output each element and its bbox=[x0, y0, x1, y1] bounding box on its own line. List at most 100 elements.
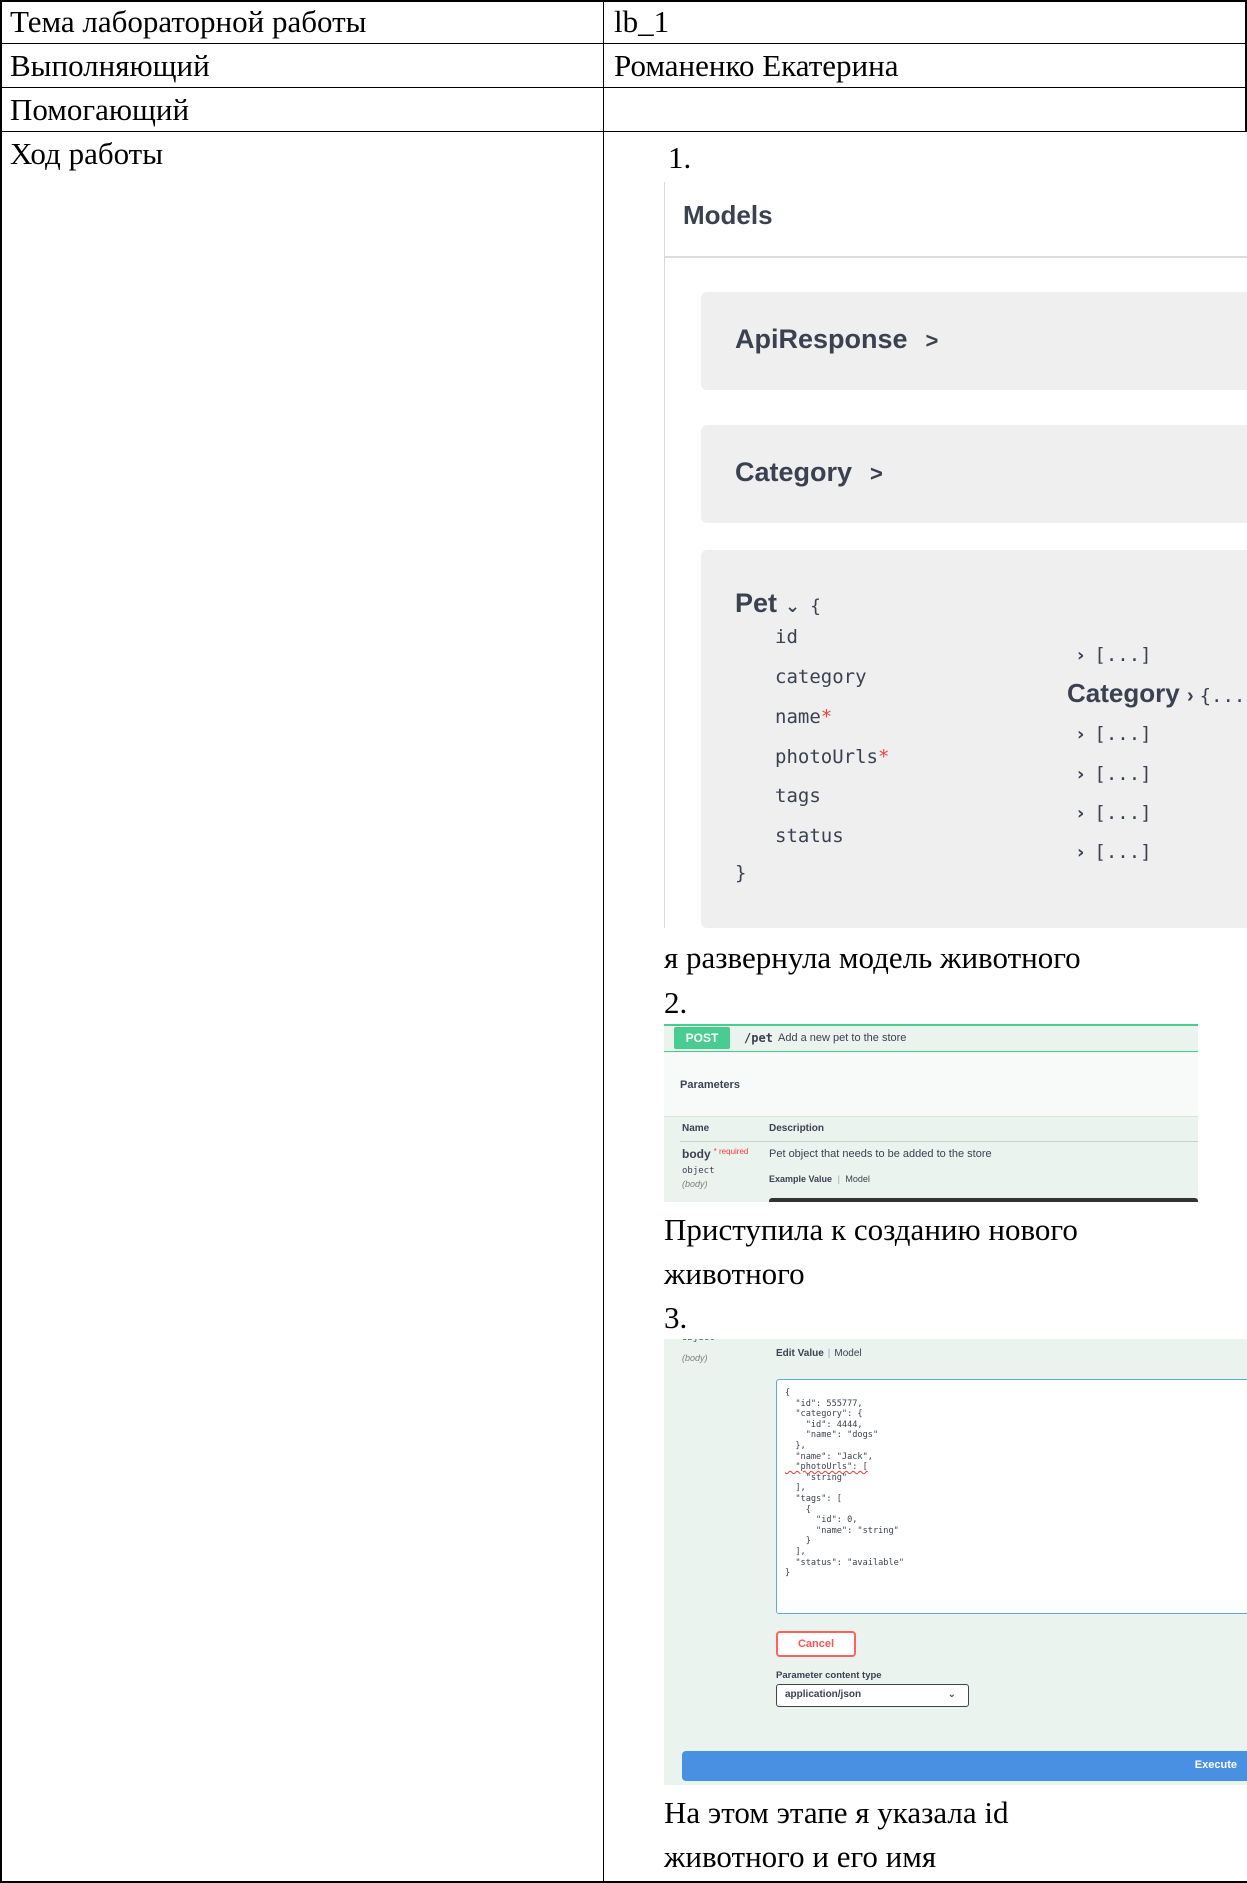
parameters-title: Parameters bbox=[680, 1079, 740, 1091]
chevron-right-icon: › bbox=[1077, 724, 1085, 745]
prop-name: category bbox=[775, 666, 867, 688]
model-category[interactable]: Category > bbox=[701, 425, 1247, 523]
code-line: "id": 0, bbox=[785, 1515, 858, 1526]
prop-tags: tags bbox=[775, 785, 821, 807]
prop-name: id bbox=[775, 626, 798, 648]
tab-model[interactable]: Model bbox=[845, 1174, 870, 1184]
value-text: [...] bbox=[1094, 763, 1152, 785]
required-mark: * bbox=[877, 746, 890, 768]
pet-model-name: Pet bbox=[735, 588, 778, 618]
row-value-performer: Романенко Екатерина bbox=[614, 48, 899, 83]
model-apiresponse-label: ApiResponse > bbox=[735, 324, 938, 355]
step-number-1: 1. bbox=[668, 140, 692, 175]
endpoint-summary: Add a new pet to the store bbox=[778, 1032, 907, 1044]
code-line: "name": "Jack", bbox=[785, 1451, 873, 1462]
code-line: "id": 4444, bbox=[785, 1419, 863, 1430]
models-screenshot: Models ApiResponse > Category > Pet ⌄ { id c… bbox=[664, 182, 1247, 928]
endpoint-path: /pet bbox=[744, 1031, 773, 1045]
prop-status-value[interactable]: › [...] bbox=[1077, 841, 1152, 863]
row-label-performer: Выполняющий bbox=[10, 48, 210, 83]
table-border-left bbox=[0, 0, 2, 1883]
execute-label: Execute bbox=[1194, 1759, 1237, 1771]
table-row-divider bbox=[0, 87, 1247, 88]
chevron-right-icon: › bbox=[1077, 645, 1085, 666]
json-code: { "id": 555777, "category": { "id": 4444… bbox=[785, 1388, 904, 1579]
code-line: "name": "string" bbox=[785, 1525, 899, 1536]
close-brace: } bbox=[735, 862, 747, 884]
model-name-text: ApiResponse bbox=[735, 324, 908, 354]
required-mark: * bbox=[820, 706, 833, 728]
prop-tags-value[interactable]: › [...] bbox=[1077, 802, 1152, 824]
param-type: object bbox=[682, 1166, 715, 1176]
chevron-right-icon: › bbox=[1186, 685, 1194, 707]
chevron-right-icon: > bbox=[925, 328, 939, 353]
param-name: body * required bbox=[682, 1147, 748, 1161]
json-body-editor[interactable]: { "id": 555777, "category": { "id": 4444… bbox=[776, 1379, 1247, 1614]
tab-model[interactable]: Model bbox=[834, 1348, 861, 1359]
table-row-divider bbox=[0, 131, 1247, 132]
column-divider bbox=[680, 1141, 1198, 1142]
chevron-down-icon: ⌄ bbox=[947, 1689, 956, 1700]
tab-separator: | bbox=[837, 1174, 840, 1184]
prop-name: name bbox=[775, 706, 821, 728]
value-text: {...} bbox=[1199, 685, 1247, 707]
code-line: "name": "dogs" bbox=[785, 1430, 879, 1441]
prop-category-value[interactable]: Category ›{...} bbox=[1067, 678, 1247, 709]
step-caption-2-line-2: животного bbox=[664, 1256, 805, 1291]
row-value-topic: lb_1 bbox=[614, 4, 670, 39]
model-apiresponse[interactable]: ApiResponse > bbox=[701, 292, 1247, 390]
value-text: [...] bbox=[1094, 802, 1152, 824]
code-line: "id": 555777, bbox=[785, 1398, 863, 1409]
step-number-3: 3. bbox=[664, 1300, 688, 1335]
edit-tabs: Edit Value | Model bbox=[776, 1348, 862, 1359]
value-text: [...] bbox=[1094, 644, 1152, 666]
param-location: (body) bbox=[682, 1179, 708, 1189]
models-divider bbox=[665, 256, 1247, 258]
execute-button[interactable]: Execute bbox=[682, 1751, 1247, 1781]
prop-name: tags bbox=[775, 785, 821, 807]
content-type-select[interactable]: application/json ⌄ bbox=[776, 1684, 969, 1707]
operation-header[interactable]: POST /pet Add a new pet to the store bbox=[664, 1026, 1198, 1052]
parameters-section: Parameters bbox=[664, 1053, 1198, 1117]
chevron-right-icon: › bbox=[1077, 764, 1085, 785]
cancel-button[interactable]: Cancel bbox=[776, 1631, 856, 1657]
code-line: } bbox=[785, 1536, 811, 1547]
chevron-right-icon: › bbox=[1077, 803, 1085, 824]
code-line: "string" bbox=[785, 1472, 848, 1483]
models-title: Models bbox=[683, 200, 773, 230]
code-line-spellcheck: "photoUrls": [ bbox=[785, 1462, 868, 1473]
chevron-right-icon: > bbox=[870, 461, 883, 486]
open-brace: { bbox=[810, 596, 821, 617]
pet-model-header[interactable]: Pet ⌄ { bbox=[735, 588, 821, 619]
value-text: [...] bbox=[1094, 841, 1152, 863]
value-model-name: Category bbox=[1067, 678, 1180, 708]
tab-separator: | bbox=[827, 1348, 831, 1359]
model-pet[interactable]: Pet ⌄{ id category name* photoUrls* tags … bbox=[701, 550, 1247, 928]
param-description: Pet object that needs to be added to the… bbox=[769, 1148, 992, 1160]
prop-photourls: photoUrls* bbox=[775, 746, 889, 768]
prop-id: id bbox=[775, 626, 798, 648]
code-line: ], bbox=[785, 1483, 806, 1494]
row-label-topic: Тема лабораторной работы bbox=[10, 4, 367, 39]
code-line: } bbox=[785, 1568, 791, 1579]
step-caption-2-line-1: Приступила к созданию нового bbox=[664, 1212, 1078, 1247]
param-type-cut: object bbox=[682, 1339, 715, 1343]
method-badge: POST bbox=[674, 1027, 730, 1049]
column-header-name: Name bbox=[682, 1123, 710, 1134]
content-type-label: Parameter content type bbox=[776, 1670, 882, 1681]
prop-id-value[interactable]: › [...] bbox=[1077, 644, 1152, 666]
row-label-helper: Помогающий bbox=[10, 92, 190, 127]
prop-photourls-value[interactable]: › [...] bbox=[1077, 763, 1152, 785]
chevron-right-icon: › bbox=[1077, 842, 1085, 863]
example-code-block bbox=[769, 1198, 1198, 1202]
step-number-2: 2. bbox=[664, 985, 688, 1020]
table-column-divider bbox=[603, 0, 604, 1883]
prop-name-value[interactable]: › [...] bbox=[1077, 723, 1152, 745]
prop-name: name* bbox=[775, 706, 832, 728]
code-line: "category": { bbox=[785, 1409, 863, 1420]
model-category-label: Category > bbox=[735, 457, 883, 488]
tab-edit-value[interactable]: Edit Value bbox=[776, 1348, 824, 1359]
tab-example-value[interactable]: Example Value bbox=[769, 1174, 832, 1184]
param-name-text: body bbox=[682, 1147, 711, 1161]
code-line: }, bbox=[785, 1440, 806, 1451]
